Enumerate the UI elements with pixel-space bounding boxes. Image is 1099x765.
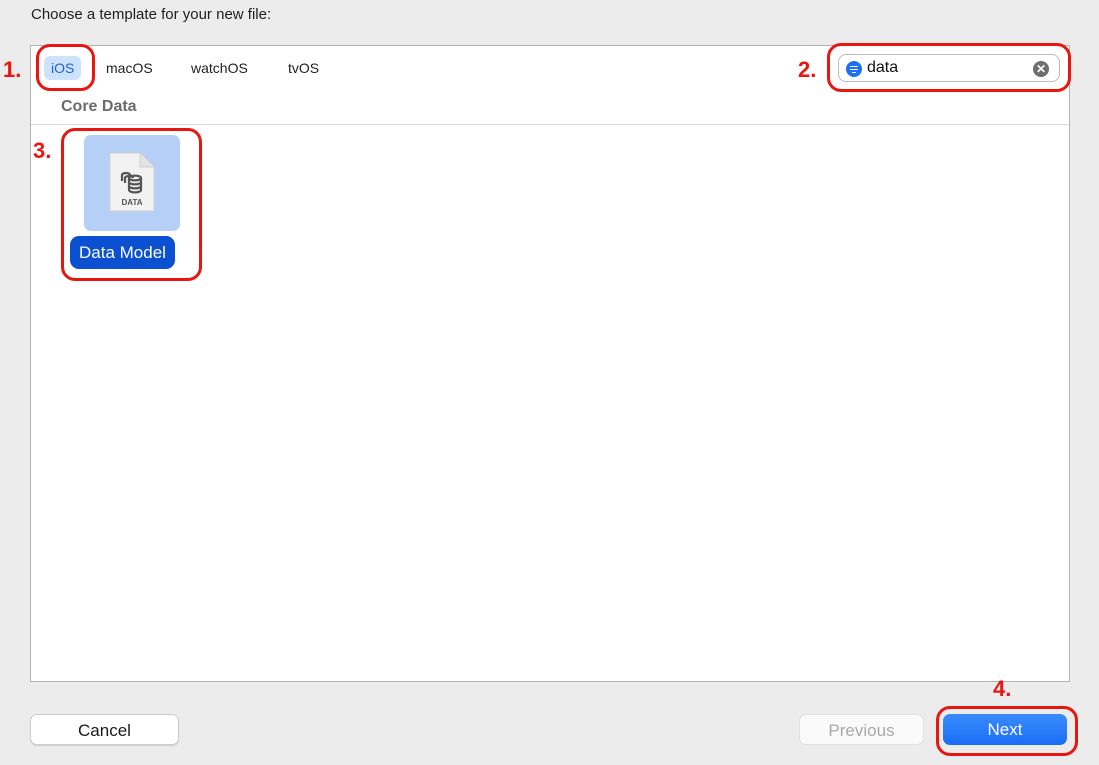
template-chooser-panel: iOS macOS watchOS tvOS ✕ Core Data [30, 45, 1070, 682]
annotation-number-4: 4. [993, 676, 1012, 701]
section-title: Core Data [61, 98, 137, 115]
filter-icon[interactable] [846, 61, 862, 77]
search-input[interactable] [867, 57, 1027, 79]
section-header: Core Data [31, 90, 1069, 125]
template-thumbnail[interactable]: DATA [84, 135, 180, 231]
previous-button[interactable]: Previous [799, 714, 924, 745]
annotation-number-1: 1. [3, 57, 22, 82]
tab-macos[interactable]: macOS [99, 56, 160, 80]
tab-watchos[interactable]: watchOS [184, 56, 255, 80]
platform-tab-bar: iOS macOS watchOS tvOS ✕ [31, 46, 1069, 91]
tab-ios[interactable]: iOS [44, 56, 82, 80]
clear-icon[interactable]: ✕ [1033, 61, 1049, 77]
file-icon-text: DATA [121, 198, 142, 207]
search-field[interactable]: ✕ [838, 54, 1060, 82]
dialog-prompt: Choose a template for your new file: [31, 6, 272, 23]
next-button[interactable]: Next [943, 714, 1067, 745]
cancel-button[interactable]: Cancel [30, 714, 179, 745]
annotation-number-2: 2. [798, 57, 817, 82]
template-label[interactable]: Data Model [70, 236, 175, 269]
annotation-number-3: 3. [33, 138, 52, 163]
tab-tvos[interactable]: tvOS [281, 56, 326, 80]
data-model-file-icon: DATA [109, 152, 155, 212]
